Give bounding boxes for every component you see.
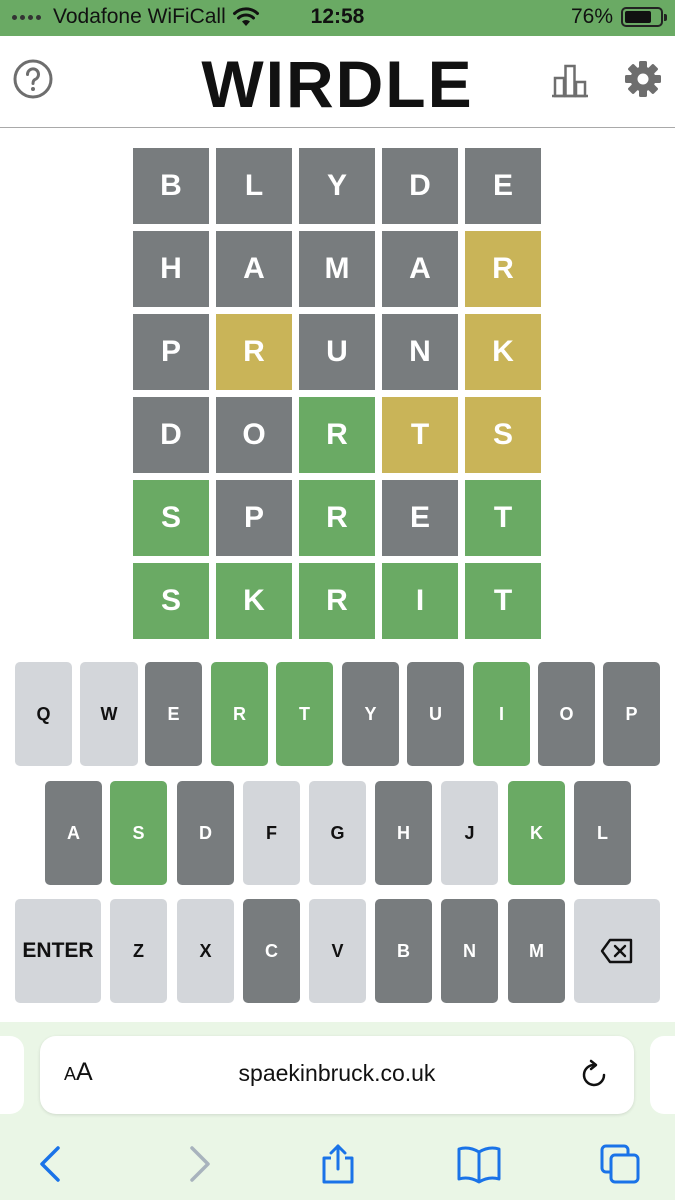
settings-button[interactable] — [622, 58, 664, 100]
share-button[interactable] — [316, 1142, 360, 1186]
board-tile: R — [299, 480, 375, 556]
forward-button[interactable] — [176, 1142, 220, 1186]
key-c[interactable]: C — [243, 899, 300, 1003]
board-tile: T — [382, 397, 458, 473]
tabs-button[interactable] — [598, 1142, 642, 1186]
key-m[interactable]: M — [508, 899, 565, 1003]
stats-icon — [552, 64, 588, 98]
board-tile: N — [382, 314, 458, 390]
enter-key[interactable]: ENTER — [15, 899, 101, 1003]
app-header: WIRDLE — [0, 36, 675, 128]
keyboard-row: ASDFGHJKL — [0, 781, 675, 885]
battery-icon — [621, 7, 667, 27]
board-tile: E — [382, 480, 458, 556]
board-tile: K — [465, 314, 541, 390]
board-tile: P — [133, 314, 209, 390]
status-right: 76% — [570, 5, 667, 29]
key-h[interactable]: H — [375, 781, 432, 885]
board-tile: R — [299, 563, 375, 639]
board-tile: S — [133, 480, 209, 556]
board-tile: U — [299, 314, 375, 390]
bookmarks-button[interactable] — [456, 1142, 501, 1186]
board-tile: S — [133, 563, 209, 639]
share-icon — [322, 1144, 354, 1184]
battery-fill — [625, 11, 651, 23]
keyboard-row: QWERTYUIOP — [0, 662, 675, 766]
bookmarks-icon — [457, 1146, 501, 1184]
key-a[interactable]: A — [45, 781, 102, 885]
board-tile: E — [465, 148, 541, 224]
key-w[interactable]: W — [80, 662, 138, 766]
key-f[interactable]: F — [243, 781, 300, 885]
next-tab-peek[interactable] — [650, 1036, 675, 1114]
backspace-key[interactable] — [574, 899, 660, 1003]
back-button[interactable] — [30, 1142, 74, 1186]
board-tile: R — [299, 397, 375, 473]
address-bar[interactable]: AA spaekinbruck.co.uk — [40, 1036, 634, 1114]
battery-percent: 76% — [570, 5, 613, 28]
back-icon — [40, 1146, 60, 1182]
key-e[interactable]: E — [145, 662, 202, 766]
board-tile: T — [465, 480, 541, 556]
key-v[interactable]: V — [309, 899, 366, 1003]
board-tile: D — [382, 148, 458, 224]
key-b[interactable]: B — [375, 899, 432, 1003]
keyboard-row: ENTER Z X C V B N M — [0, 899, 675, 1003]
key-p[interactable]: P — [603, 662, 660, 766]
reload-button[interactable] — [578, 1058, 612, 1092]
key-s[interactable]: S — [110, 781, 167, 885]
board-tile: H — [133, 231, 209, 307]
board-tile: A — [382, 231, 458, 307]
board-tile: D — [133, 397, 209, 473]
key-g[interactable]: G — [309, 781, 366, 885]
reload-icon — [582, 1059, 606, 1087]
key-k[interactable]: K — [508, 781, 565, 885]
board-tile: O — [216, 397, 292, 473]
backspace-icon — [600, 938, 633, 964]
key-d[interactable]: D — [177, 781, 234, 885]
board-tile: S — [465, 397, 541, 473]
board-tile: A — [216, 231, 292, 307]
key-n[interactable]: N — [441, 899, 498, 1003]
key-l[interactable]: L — [574, 781, 631, 885]
key-u[interactable]: U — [407, 662, 464, 766]
key-x[interactable]: X — [177, 899, 234, 1003]
key-j[interactable]: J — [441, 781, 498, 885]
previous-tab-peek[interactable] — [0, 1036, 24, 1114]
board-tile: L — [216, 148, 292, 224]
board-tile: B — [133, 148, 209, 224]
key-o[interactable]: O — [538, 662, 595, 766]
board-tile: P — [216, 480, 292, 556]
status-bar: Vodafone WiFiCall 12:58 76% — [0, 0, 675, 36]
key-z[interactable]: Z — [110, 899, 167, 1003]
forward-icon — [190, 1146, 210, 1182]
key-y[interactable]: Y — [342, 662, 399, 766]
browser-toolbar: AA spaekinbruck.co.uk — [0, 1022, 675, 1200]
key-q[interactable]: Q — [15, 662, 72, 766]
url-text[interactable]: spaekinbruck.co.uk — [40, 1060, 634, 1087]
tabs-icon — [600, 1144, 640, 1184]
board-tile: R — [465, 231, 541, 307]
board-tile: R — [216, 314, 292, 390]
board-tile: Y — [299, 148, 375, 224]
board-tile: M — [299, 231, 375, 307]
board-tile: K — [216, 563, 292, 639]
key-r[interactable]: R — [211, 662, 268, 766]
key-i[interactable]: I — [473, 662, 530, 766]
key-t[interactable]: T — [276, 662, 333, 766]
board-tile: T — [465, 563, 541, 639]
stats-button[interactable] — [550, 60, 590, 100]
board-tile: I — [382, 563, 458, 639]
game-board: BLYDEHAMARPRUNKDORTSSPRETSKRIT — [133, 148, 542, 639]
settings-icon — [625, 61, 661, 97]
